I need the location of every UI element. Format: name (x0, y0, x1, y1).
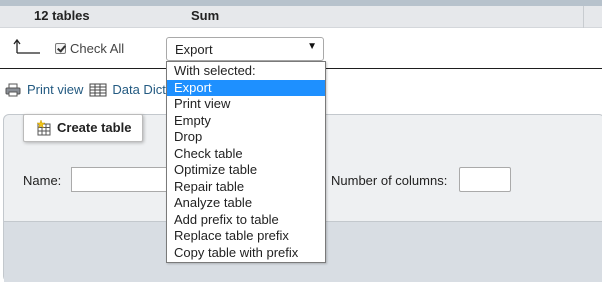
arrow-up-left-icon (13, 38, 40, 54)
number-of-columns-label: Number of columns: (331, 173, 448, 188)
option-optimize-table[interactable]: Optimize table (167, 162, 325, 179)
printer-icon (5, 83, 21, 96)
option-repair-table[interactable]: Repair table (167, 179, 325, 196)
table-name-input[interactable] (71, 167, 171, 192)
column-divider (583, 6, 584, 28)
option-check-table[interactable]: Check table (167, 146, 325, 163)
with-selected-dropdown[interactable]: With selected: Export Print view Empty D… (166, 61, 326, 263)
check-all[interactable]: Check All (55, 41, 124, 56)
create-table-legend: Create table (23, 114, 143, 142)
new-table-icon (36, 120, 51, 136)
check-all-label: Check All (70, 41, 125, 56)
data-dictionary-link[interactable]: Data Dict (112, 82, 165, 97)
table-footer-row: 12 tables Sum (0, 6, 602, 28)
option-empty[interactable]: Empty (167, 113, 325, 130)
with-selected-select[interactable]: Export ▼ (166, 37, 324, 61)
option-replace-prefix[interactable]: Replace table prefix (167, 228, 325, 245)
table-count: 12 tables (34, 8, 90, 23)
sum-label: Sum (191, 8, 220, 23)
option-print-view[interactable]: Print view (167, 96, 325, 113)
option-with-selected[interactable]: With selected: (167, 63, 325, 80)
page-links: Print view Data Dict (5, 82, 166, 97)
print-view-link[interactable]: Print view (27, 82, 83, 97)
check-all-checkbox[interactable] (55, 43, 66, 54)
option-drop[interactable]: Drop (167, 129, 325, 146)
chevron-down-icon: ▼ (307, 41, 317, 52)
with-selected-value: Export (175, 42, 213, 57)
option-export[interactable]: Export (167, 79, 325, 96)
option-copy-with-prefix[interactable]: Copy table with prefix (167, 245, 325, 262)
option-analyze-table[interactable]: Analyze table (167, 195, 325, 212)
table-name-label: Name: (23, 173, 62, 188)
data-dictionary-icon (89, 83, 107, 96)
option-add-prefix[interactable]: Add prefix to table (167, 212, 325, 229)
create-table-title: Create table (57, 120, 132, 135)
number-of-columns-input[interactable] (459, 167, 511, 192)
